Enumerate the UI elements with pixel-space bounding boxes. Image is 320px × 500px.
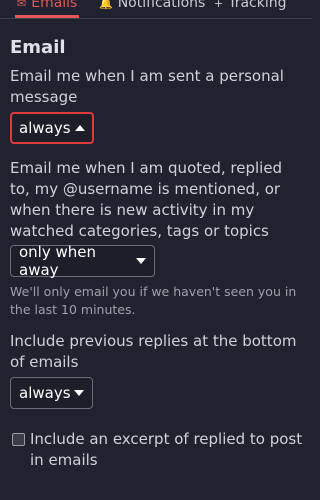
personal-message-label: Email me when I am sent a personal messa… — [10, 67, 284, 106]
tab-notifications[interactable]: 🔔 Notifications — [99, 0, 205, 15]
activity-label: Email me when I am quoted, replied to, m… — [10, 159, 283, 240]
caret-up-icon — [75, 125, 85, 131]
section-title: Email — [10, 37, 66, 58]
personal-message-dropdown[interactable]: always — [10, 112, 94, 144]
tab-tracking[interactable]: + Tracking — [214, 0, 287, 15]
activity-hint: We'll only email you if we haven't seen … — [10, 284, 297, 317]
caret-down-icon — [74, 390, 84, 396]
previous-replies-dropdown[interactable]: always — [10, 377, 93, 409]
plus-icon: + — [214, 0, 224, 10]
previous-replies-label: Include previous replies at the bottom o… — [10, 332, 297, 371]
personal-message-value: always — [19, 119, 71, 137]
activity-dropdown[interactable]: only when away — [10, 243, 155, 279]
tab-emails-label: Emails — [31, 0, 78, 11]
activity-value: only when away — [19, 243, 97, 279]
envelope-icon: ✉ — [17, 0, 27, 10]
tab-tracking-label: Tracking — [228, 0, 287, 11]
bell-icon: 🔔 — [99, 0, 113, 10]
caret-down-icon — [136, 258, 146, 264]
preferences-tabs: ✉ Emails 🔔 Notifications + Tracking — [0, 0, 312, 19]
tab-notifications-label: Notifications — [117, 0, 206, 11]
previous-replies-value: always — [19, 384, 71, 402]
excerpt-checkbox[interactable] — [12, 433, 25, 446]
tab-emails[interactable]: ✉ Emails — [14, 0, 80, 18]
email-preferences-page: ✉ Emails 🔔 Notifications + Tracking Emai… — [0, 0, 312, 500]
excerpt-label[interactable]: Include an excerpt of replied to post in… — [30, 429, 306, 471]
